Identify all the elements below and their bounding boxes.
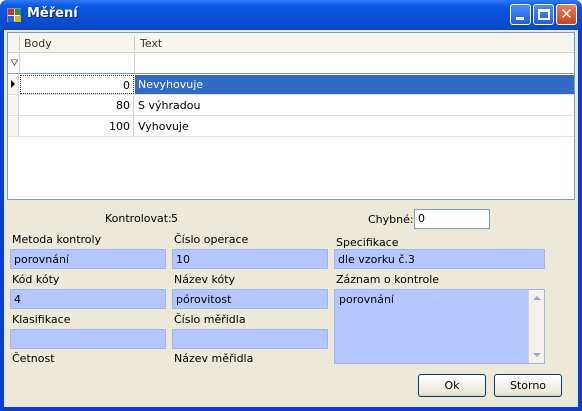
table-row[interactable]: 0 Nevyhovuje: [8, 75, 574, 95]
row-selector[interactable]: [8, 75, 19, 94]
app-icon: [7, 8, 21, 22]
klasifikace-label: Klasifikace: [12, 313, 71, 326]
table-row[interactable]: 100 Vyhovuje: [8, 117, 574, 137]
measurement-grid[interactable]: Body Text ⛛ 0 Nevyhovuje 80 S výhradou 1…: [7, 32, 575, 200]
storno-button[interactable]: Storno: [494, 374, 562, 397]
cislo-meridla-label: Číslo měřidla: [174, 313, 246, 326]
specifikace-label: Specifikace: [336, 236, 399, 249]
zaznam-o-kontrole-label: Záznam o kontrole: [336, 273, 440, 286]
dialog-window: Měření ✕ Body Text ⛛ 0 Nevyhovuje 80 S v…: [0, 0, 582, 411]
column-separator: [19, 36, 20, 51]
maximize-icon: [538, 9, 550, 20]
cell-body[interactable]: 100: [20, 117, 134, 136]
metoda-kontroly-label: Metoda kontroly: [12, 233, 102, 246]
cetnost-label: Četnost: [12, 352, 55, 365]
close-icon: ✕: [560, 5, 573, 23]
dialog-client-area: Body Text ⛛ 0 Nevyhovuje 80 S výhradou 1…: [4, 30, 578, 407]
table-row[interactable]: 80 S výhradou: [8, 96, 574, 116]
cell-body[interactable]: 80: [20, 96, 134, 115]
filter-cell-body[interactable]: [19, 54, 135, 73]
kontrolovat-value: 5: [171, 212, 178, 225]
cell-text[interactable]: Nevyhovuje: [135, 75, 574, 94]
kod-koty-label: Kód kóty: [12, 273, 60, 286]
cell-text[interactable]: Vyhovuje: [135, 117, 574, 136]
column-header-body[interactable]: Body: [24, 37, 52, 50]
filter-cell-text[interactable]: [134, 54, 574, 73]
zaznam-o-kontrole-memo[interactable]: porovnání: [334, 289, 545, 364]
minimize-button[interactable]: [510, 4, 531, 25]
nazev-koty-label: Název kóty: [174, 273, 236, 286]
grid-header: Body Text: [8, 33, 574, 53]
klasifikace-field[interactable]: [10, 329, 166, 349]
cislo-operace-label: Číslo operace: [174, 233, 249, 246]
minimize-icon: [516, 17, 524, 20]
nazev-meridla-label: Název měřidla: [174, 352, 254, 365]
metoda-kontroly-field[interactable]: porovnání: [10, 249, 166, 269]
cell-body[interactable]: 0: [20, 75, 134, 94]
row-selector[interactable]: [8, 117, 19, 136]
chybne-input[interactable]: 0: [414, 209, 490, 229]
specifikace-field[interactable]: dle vzorku č.3: [334, 249, 545, 269]
current-row-icon: [11, 80, 15, 88]
chybne-label: Chybné:: [368, 213, 414, 226]
column-separator[interactable]: [134, 36, 135, 51]
kod-koty-field[interactable]: 4: [10, 289, 166, 309]
memo-scrollbar[interactable]: [528, 290, 544, 363]
nazev-koty-field[interactable]: pórovitost: [172, 289, 328, 309]
scroll-down-icon[interactable]: [533, 353, 541, 357]
column-header-text[interactable]: Text: [140, 37, 162, 50]
cislo-operace-field[interactable]: 10: [172, 249, 328, 269]
maximize-button[interactable]: [533, 4, 554, 25]
title-bar[interactable]: Měření ✕: [0, 0, 582, 30]
cell-text[interactable]: S výhradou: [135, 96, 574, 115]
cislo-meridla-field[interactable]: [172, 329, 328, 349]
row-selector[interactable]: [8, 96, 19, 115]
kontrolovat-label: Kontrolovat:: [105, 212, 172, 225]
window-title: Měření: [27, 6, 78, 21]
ok-button[interactable]: Ok: [418, 374, 486, 397]
close-button[interactable]: ✕: [556, 4, 577, 25]
filter-row: ⛛: [8, 54, 574, 74]
filter-icon: ⛛: [10, 58, 19, 69]
scroll-up-icon[interactable]: [533, 296, 541, 300]
zaznam-o-kontrole-text: porovnání: [339, 293, 394, 306]
